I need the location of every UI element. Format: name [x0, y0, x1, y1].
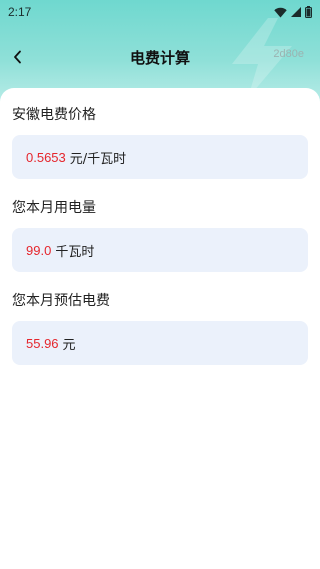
- status-time: 2:17: [8, 5, 32, 19]
- battery-icon: [305, 6, 312, 18]
- usage-unit: 千瓦时: [55, 244, 95, 260]
- status-icons: [274, 6, 312, 18]
- nav-tag: 2d80e: [273, 48, 304, 60]
- price-box: 0.5653 元/千瓦时: [12, 135, 308, 179]
- back-button[interactable]: [4, 42, 32, 72]
- price-unit: 元/千瓦时: [69, 151, 127, 167]
- usage-label: 您本月用电量: [12, 200, 96, 216]
- estimate-box: 55.96 元: [12, 321, 308, 365]
- usage-box: 99.0 千瓦时: [12, 228, 308, 272]
- price-label: 安徽电费价格: [12, 107, 96, 123]
- signal-icon: [291, 7, 301, 17]
- nav-bar: 电费计算 2d80e: [0, 38, 320, 76]
- estimate-unit: 元: [62, 337, 76, 353]
- estimate-label: 您本月预估电费: [12, 293, 110, 309]
- main-content: 安徽电费价格 0.5653 元/千瓦时 您本月用电量 99.0 千瓦时 您本月预…: [0, 88, 320, 569]
- page-title: 电费计算: [129, 48, 190, 67]
- wifi-icon: [274, 7, 287, 17]
- estimate-value: 55.96: [26, 335, 59, 351]
- price-value: 0.5653: [26, 149, 66, 165]
- status-bar: 2:17: [0, 0, 320, 24]
- chevron-left-icon: [14, 50, 21, 64]
- usage-value: 99.0: [26, 242, 52, 258]
